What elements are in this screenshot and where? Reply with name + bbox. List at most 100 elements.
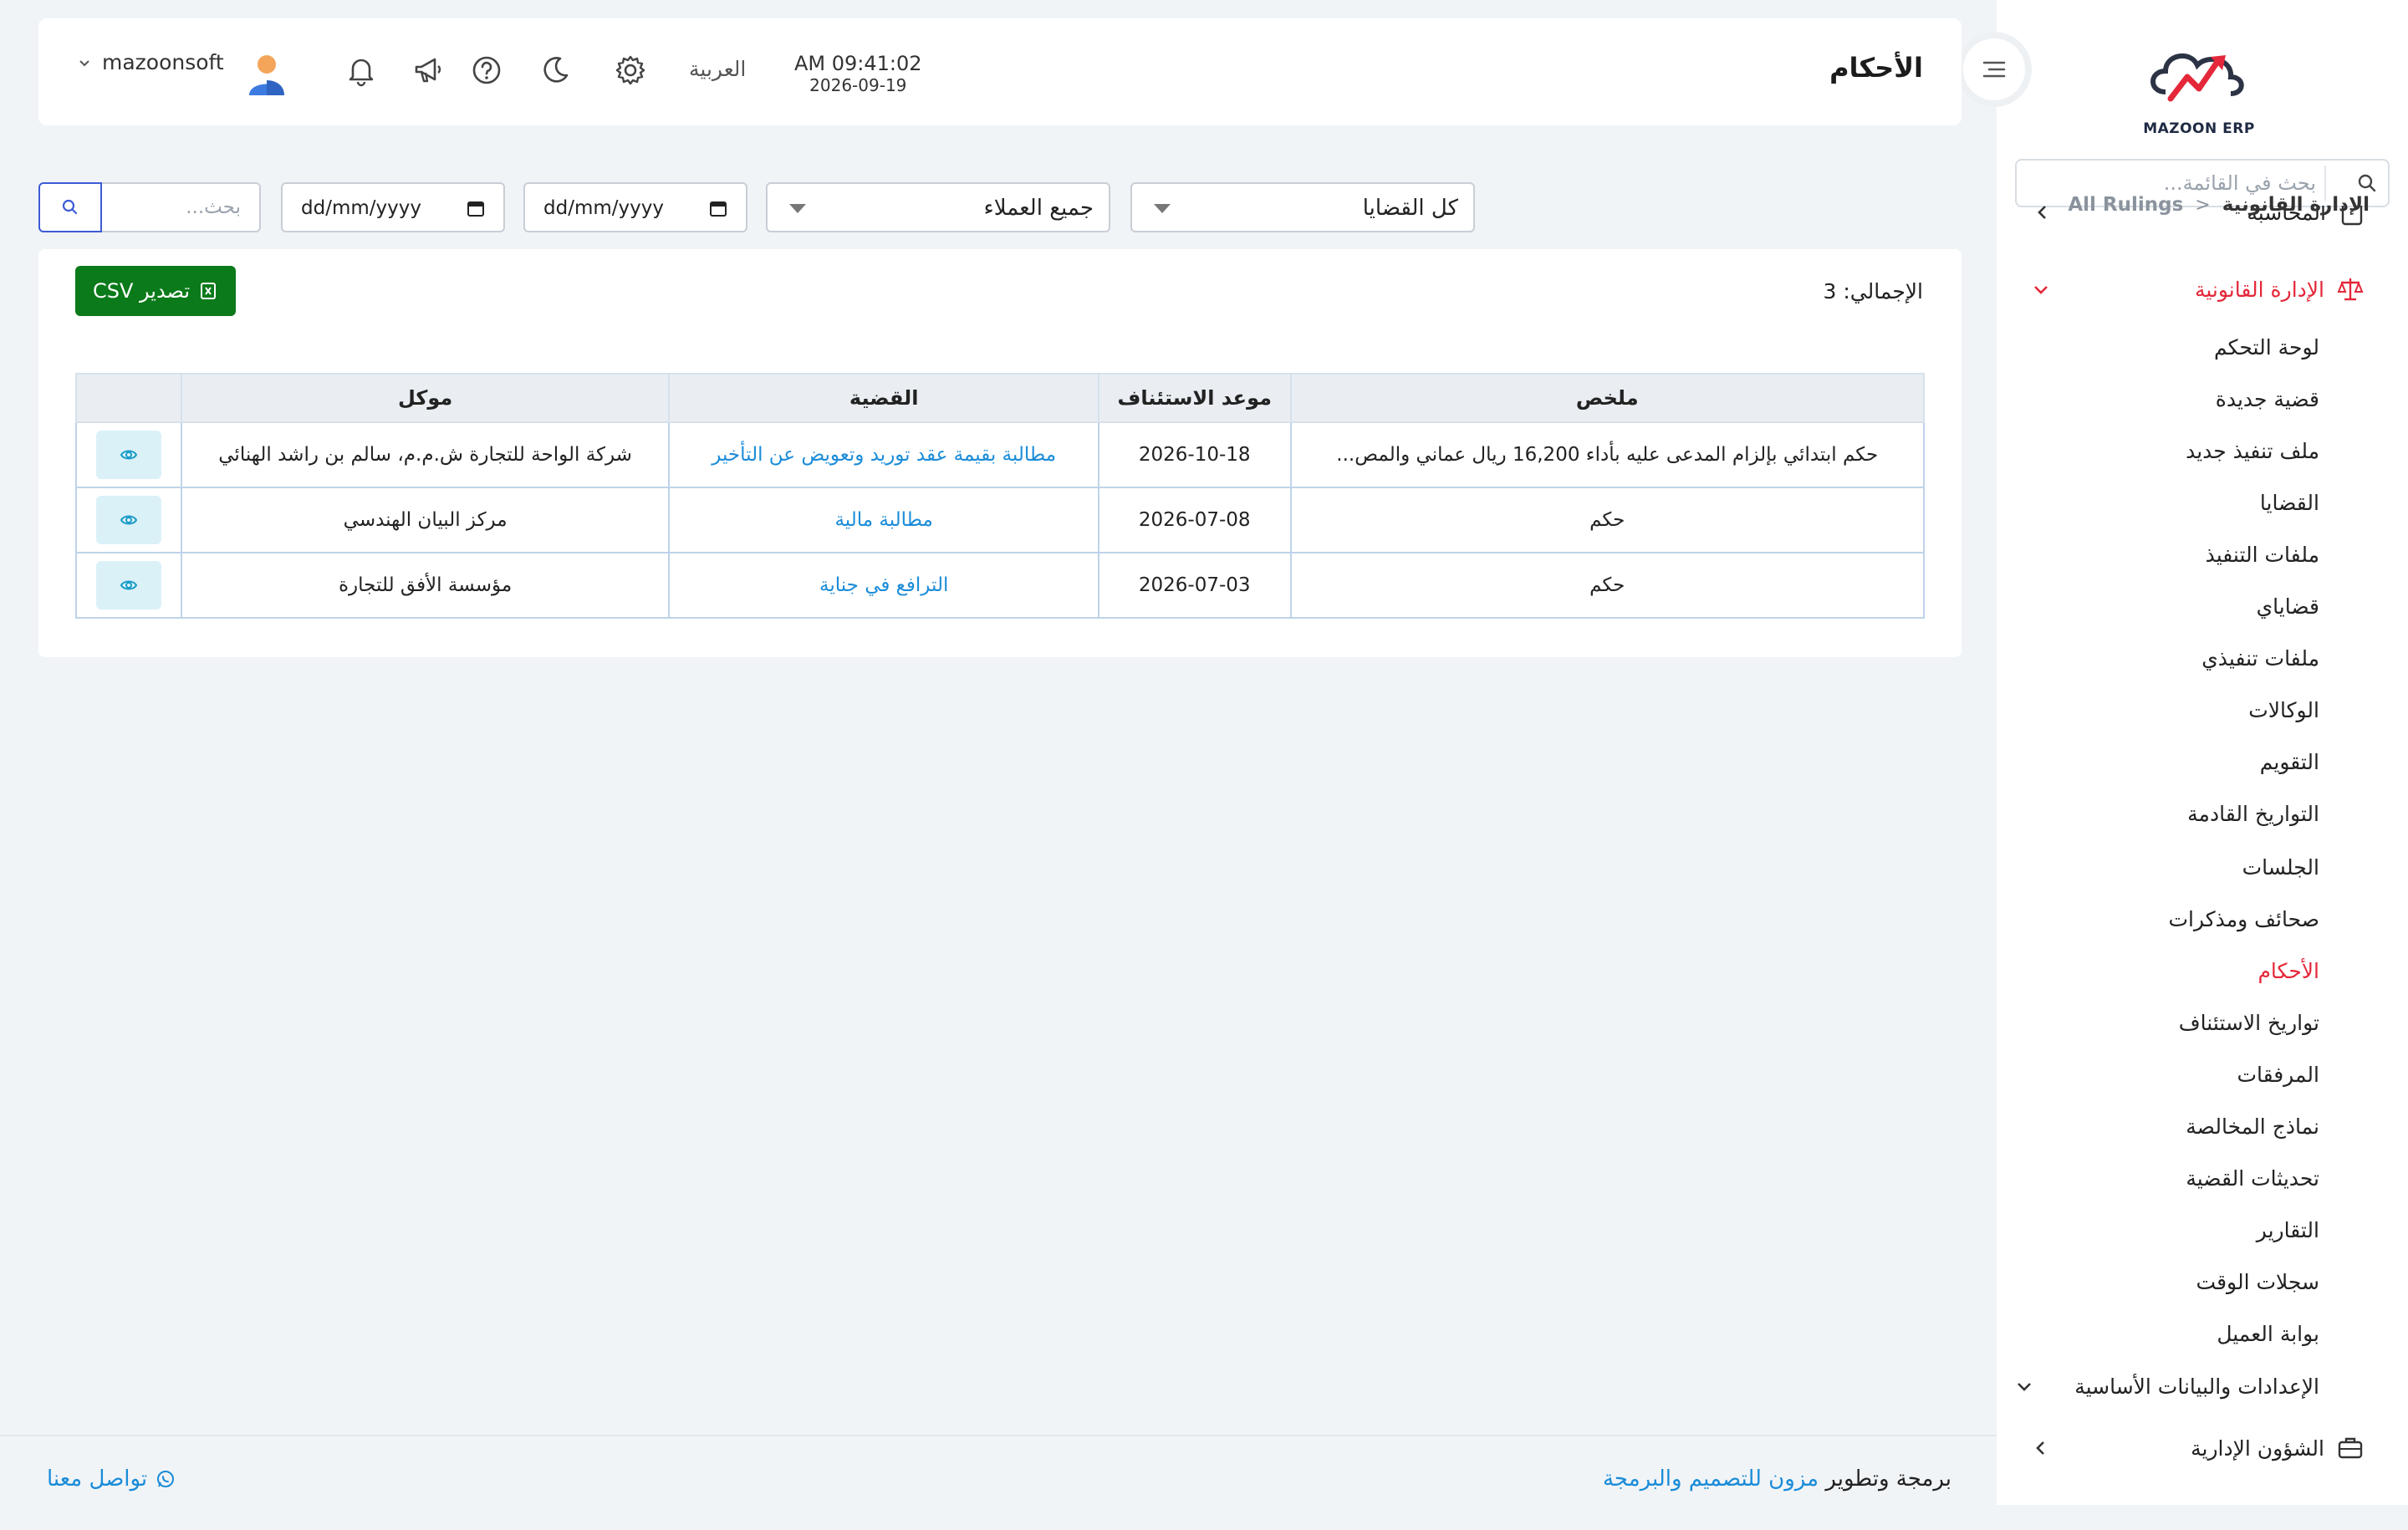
menu-group-admin-label: الشؤون الإدارية xyxy=(2191,1436,2324,1461)
sidebar-toggle-button[interactable] xyxy=(1956,32,2032,107)
date-to-input[interactable]: dd/mm/yyyy xyxy=(523,182,747,232)
clients-filter-value: جميع العملاء xyxy=(983,196,1094,221)
sidebar-item-reports[interactable]: التقارير xyxy=(2257,1214,2319,1247)
cell-appeal-date: 2026-07-08 xyxy=(1097,487,1292,553)
language-switch[interactable]: العربية xyxy=(689,57,746,81)
sidebar-item-rulings[interactable]: الأحكام xyxy=(2258,955,2319,988)
col-client[interactable]: موكل xyxy=(180,373,671,423)
moon-icon[interactable] xyxy=(538,54,572,87)
breadcrumb-root[interactable]: الإدارة القانونية xyxy=(2222,194,2370,216)
scales-icon xyxy=(2337,278,2364,301)
sidebar-item-calendar[interactable]: التقويم xyxy=(2260,746,2319,779)
footer: برمجة وتطوير مزون للتصميم والبرمجة تواصل… xyxy=(0,1435,1997,1530)
cases-filter-select[interactable]: كل القضايا xyxy=(1130,182,1475,232)
date-to-value: dd/mm/yyyy xyxy=(543,197,664,219)
clock-date: 2026-09-19 xyxy=(809,75,907,95)
sidebar-item-appeal-dates[interactable]: تواريخ الاستئناف xyxy=(2179,1007,2319,1040)
file-export-icon xyxy=(201,283,217,299)
bell-icon[interactable] xyxy=(344,54,378,87)
menu-icon xyxy=(1982,61,2006,78)
cell-case-link[interactable]: مطالبة بقيمة عقد توريد وتعويض عن التأخير xyxy=(668,421,1099,488)
breadcrumb-separator: < xyxy=(2195,194,2211,216)
sidebar-item-upcoming-dates[interactable]: التواريخ القادمة xyxy=(2187,798,2319,831)
view-button[interactable] xyxy=(95,431,161,479)
chevron-left-icon xyxy=(2036,1441,2044,1455)
menu-group-legal[interactable]: الإدارة القانونية xyxy=(2030,266,2365,313)
cell-appeal-date: 2026-07-03 xyxy=(1097,552,1292,619)
table-row: حكم 2026-07-03 الترافع في جناية مؤسسة ال… xyxy=(75,552,1925,619)
sidebar-item-new-case[interactable]: قضية جديدة xyxy=(2216,383,2319,416)
eye-icon xyxy=(120,450,138,460)
contact-us-link[interactable]: تواصل معنا xyxy=(47,1466,176,1492)
cell-summary: حكم xyxy=(1289,487,1925,553)
chevron-down-icon xyxy=(79,59,89,66)
breadcrumb-current: All Rulings xyxy=(2068,194,2184,216)
menu-group-settings[interactable]: الإعدادات والبيانات الأساسية xyxy=(2013,1363,2319,1410)
sidebar-item-sessions[interactable]: الجلسات xyxy=(2242,851,2319,885)
sidebar-item-dashboard[interactable]: لوحة التحكم xyxy=(2214,331,2319,365)
table-row: حكم ابتدائي بإلزام المدعى عليه بأداء 16,… xyxy=(75,421,1925,488)
cell-client: شركة الواحة للتجارة ش.م.م، سالم بن راشد … xyxy=(180,421,671,488)
eye-icon xyxy=(120,580,138,590)
clock: AM 09:41:02 2026-09-19 xyxy=(794,52,922,95)
cell-actions xyxy=(75,421,182,488)
col-appeal-date[interactable]: موعد الاستئناف xyxy=(1097,373,1292,423)
sidebar-item-memos[interactable]: صحائف ومذكرات xyxy=(2168,903,2319,936)
sidebar-item-time-logs[interactable]: سجلات الوقت xyxy=(2196,1266,2319,1299)
chevron-down-icon xyxy=(2034,286,2048,294)
menu-group-legal-label: الإدارة القانونية xyxy=(2194,277,2324,302)
sidebar-item-attachments[interactable]: المرفقات xyxy=(2237,1058,2319,1092)
col-actions xyxy=(75,373,182,423)
whatsapp-icon xyxy=(157,1471,175,1487)
cell-summary: حكم ابتدائي بإلزام المدعى عليه بأداء 16,… xyxy=(1289,421,1925,488)
search-button[interactable] xyxy=(38,182,102,232)
col-summary[interactable]: ملخص xyxy=(1289,373,1925,423)
sidebar-item-new-execution-file[interactable]: ملف تنفيذ جديد xyxy=(2186,435,2319,468)
cases-filter-value: كل القضايا xyxy=(1362,196,1458,221)
view-button[interactable] xyxy=(95,496,161,544)
date-from-input[interactable]: dd/mm/yyyy xyxy=(281,182,505,232)
sidebar-item-cases[interactable]: القضايا xyxy=(2260,487,2319,520)
caret-down-icon xyxy=(1154,204,1171,213)
chevron-down-icon xyxy=(2018,1383,2031,1391)
calendar-icon[interactable] xyxy=(709,199,727,217)
top-header: الأحكام AM 09:41:02 2026-09-19 العربية m… xyxy=(38,18,1962,125)
cell-actions xyxy=(75,487,182,553)
avatar[interactable] xyxy=(246,52,288,97)
sidebar: MAZOON ERP المحاسبة الإدارة القانو xyxy=(1956,0,2408,1505)
help-icon[interactable] xyxy=(470,54,503,87)
table-row: حكم 2026-07-08 مطالبة مالية مركز البيان … xyxy=(75,487,1925,553)
sidebar-item-my-cases[interactable]: قضاياي xyxy=(2257,590,2319,624)
caret-down-icon xyxy=(789,204,806,213)
cell-case-link[interactable]: الترافع في جناية xyxy=(668,552,1099,619)
rulings-search-input[interactable] xyxy=(100,182,261,232)
cell-case-link[interactable]: مطالبة مالية xyxy=(668,487,1099,553)
sidebar-item-case-updates[interactable]: تحديثات القضية xyxy=(2186,1162,2319,1196)
rulings-card: الإجمالي: 3 تصدير CSV ملخص موعد الاستئنا… xyxy=(38,249,1962,657)
gear-icon[interactable] xyxy=(614,54,647,87)
sidebar-item-client-portal[interactable]: بوابة العميل xyxy=(2217,1318,2319,1351)
clients-filter-select[interactable]: جميع العملاء xyxy=(766,182,1110,232)
cell-actions xyxy=(75,552,182,619)
col-case[interactable]: القضية xyxy=(668,373,1099,423)
clock-time: AM 09:41:02 xyxy=(794,52,922,75)
sidebar-item-clearance-forms[interactable]: نماذج المخالصة xyxy=(2186,1110,2319,1144)
sidebar-item-execution-files[interactable]: ملفات التنفيذ xyxy=(2206,538,2319,572)
briefcase-icon xyxy=(2338,1437,2363,1459)
user-menu[interactable]: mazoonsoft xyxy=(77,50,224,74)
menu-group-admin[interactable]: الشؤون الإدارية xyxy=(2030,1425,2365,1471)
export-csv-button[interactable]: تصدير CSV xyxy=(75,266,236,316)
calendar-icon[interactable] xyxy=(467,199,485,217)
cell-summary: حكم xyxy=(1289,552,1925,619)
table-header-row: ملخص موعد الاستئناف القضية موكل xyxy=(75,373,1925,423)
search-icon xyxy=(62,199,78,215)
sidebar-item-agencies[interactable]: الوكالات xyxy=(2248,694,2319,727)
menu-group-settings-label: الإعدادات والبيانات الأساسية xyxy=(2074,1374,2319,1399)
username: mazoonsoft xyxy=(102,50,224,74)
logo-text: MAZOON ERP xyxy=(2143,120,2255,137)
footer-brand-link[interactable]: مزون للتصميم والبرمجة xyxy=(1603,1466,1819,1492)
megaphone-icon[interactable] xyxy=(411,54,445,87)
sidebar-item-my-execution-files[interactable]: ملفات تنفيذي xyxy=(2201,642,2319,676)
view-button[interactable] xyxy=(95,561,161,609)
export-csv-label: تصدير CSV xyxy=(92,279,191,303)
